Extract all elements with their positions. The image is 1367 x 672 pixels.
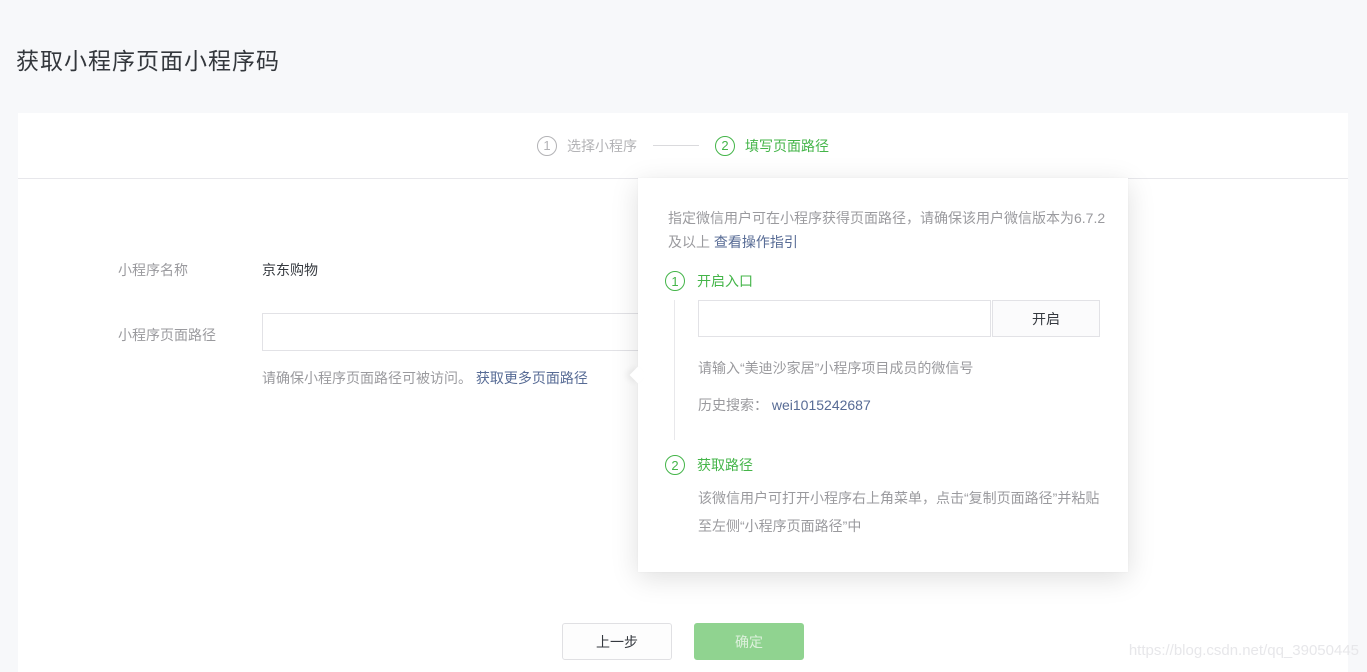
step-1-circle-icon: 1: [537, 136, 557, 156]
wizard-header: 1 选择小程序 2 填写页面路径: [18, 113, 1348, 179]
step-2-label: 填写页面路径: [745, 136, 829, 156]
view-guide-link[interactable]: 查看操作指引: [714, 234, 798, 250]
popover-step2-description: 该微信用户可打开小程序右上角菜单，点击“复制页面路径”并粘贴至左侧“小程序页面路…: [698, 484, 1104, 540]
miniprogram-name-label: 小程序名称: [118, 260, 188, 280]
wechat-id-input[interactable]: [698, 300, 991, 337]
popover-step1-header: 1 开启入口: [665, 271, 753, 291]
page-path-input[interactable]: [262, 313, 666, 351]
popover-intro: 指定微信用户可在小程序获得页面路径，请确保该用户微信版本为6.7.2及以上 查看…: [668, 206, 1106, 254]
previous-step-button[interactable]: 上一步: [562, 623, 672, 660]
more-page-paths-link[interactable]: 获取更多页面路径: [476, 370, 588, 386]
stepper: 1 选择小程序 2 填写页面路径: [537, 136, 829, 156]
open-button[interactable]: 开启: [992, 300, 1100, 337]
page-title: 获取小程序页面小程序码: [16, 42, 280, 76]
csdn-watermark: https://blog.csdn.net/qq_39050445: [1129, 642, 1359, 659]
popover-step-1-circle-icon: 1: [665, 271, 685, 291]
step-connector-line: [674, 300, 675, 440]
get-path-popover: 指定微信用户可在小程序获得页面路径，请确保该用户微信版本为6.7.2及以上 查看…: [638, 178, 1128, 572]
step-select-miniprogram: 1 选择小程序: [537, 136, 637, 156]
page-path-hint-text: 请确保小程序页面路径可被访问。: [262, 370, 472, 386]
search-history-label: 历史搜索：: [698, 397, 768, 413]
popover-step2-header: 2 获取路径: [665, 455, 753, 475]
step-1-label: 选择小程序: [567, 136, 637, 156]
search-history-value-link[interactable]: wei1015242687: [772, 397, 871, 413]
miniprogram-name-value: 京东购物: [262, 260, 318, 280]
wechat-id-hint: 请输入“美迪沙家居”小程序项目成员的微信号: [698, 358, 973, 378]
step-2-circle-icon: 2: [715, 136, 735, 156]
step-fill-page-path: 2 填写页面路径: [715, 136, 829, 156]
wechat-id-input-row: 开启: [698, 300, 1100, 337]
search-history-row: 历史搜索： wei1015242687: [698, 395, 871, 415]
confirm-button[interactable]: 确定: [694, 623, 804, 660]
popover-step1-title: 开启入口: [697, 271, 753, 291]
popover-step2-title: 获取路径: [697, 455, 753, 475]
popover-step-2-circle-icon: 2: [665, 455, 685, 475]
page-path-help: 请确保小程序页面路径可被访问。 获取更多页面路径: [262, 368, 588, 388]
page-path-label: 小程序页面路径: [118, 325, 216, 345]
stepper-divider: [653, 145, 699, 146]
